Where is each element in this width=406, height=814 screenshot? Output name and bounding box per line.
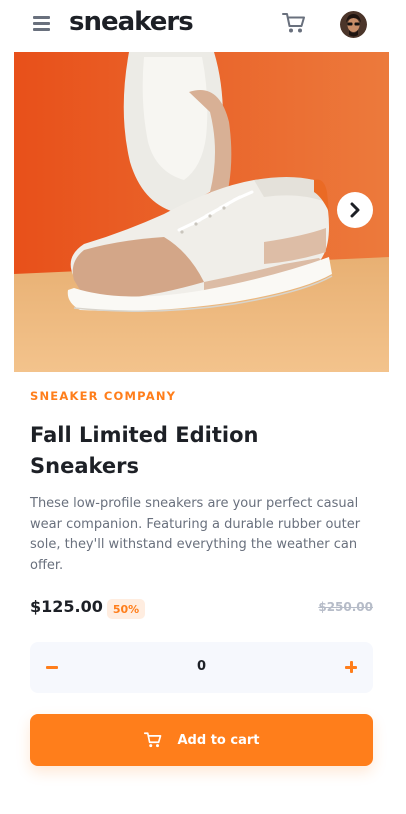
original-price: $250.00 — [318, 600, 373, 614]
user-avatar[interactable] — [340, 11, 367, 38]
chevron-right-icon — [350, 202, 360, 218]
cart-icon — [143, 732, 161, 748]
cart-icon[interactable] — [282, 12, 306, 36]
add-to-cart-button[interactable]: Add to cart — [30, 714, 373, 766]
product-image — [14, 52, 389, 372]
product-title: Fall Limited Edition Sneakers — [30, 423, 259, 478]
hamburger-menu-icon[interactable] — [33, 16, 50, 31]
logo[interactable]: sneakers — [69, 4, 194, 40]
plus-icon[interactable] — [345, 661, 357, 673]
quantity-stepper: 0 — [30, 642, 373, 693]
company-name: SNEAKER COMPANY — [30, 389, 177, 403]
product-description: These low-profile sneakers are your perf… — [30, 496, 361, 573]
next-image-button[interactable] — [337, 192, 373, 228]
add-to-cart-label: Add to cart — [177, 732, 260, 748]
quantity-value: 0 — [196, 659, 207, 674]
header: sneakers — [0, 0, 406, 52]
current-price: $125.00 — [30, 597, 103, 616]
discount-badge: 50% — [107, 599, 145, 619]
